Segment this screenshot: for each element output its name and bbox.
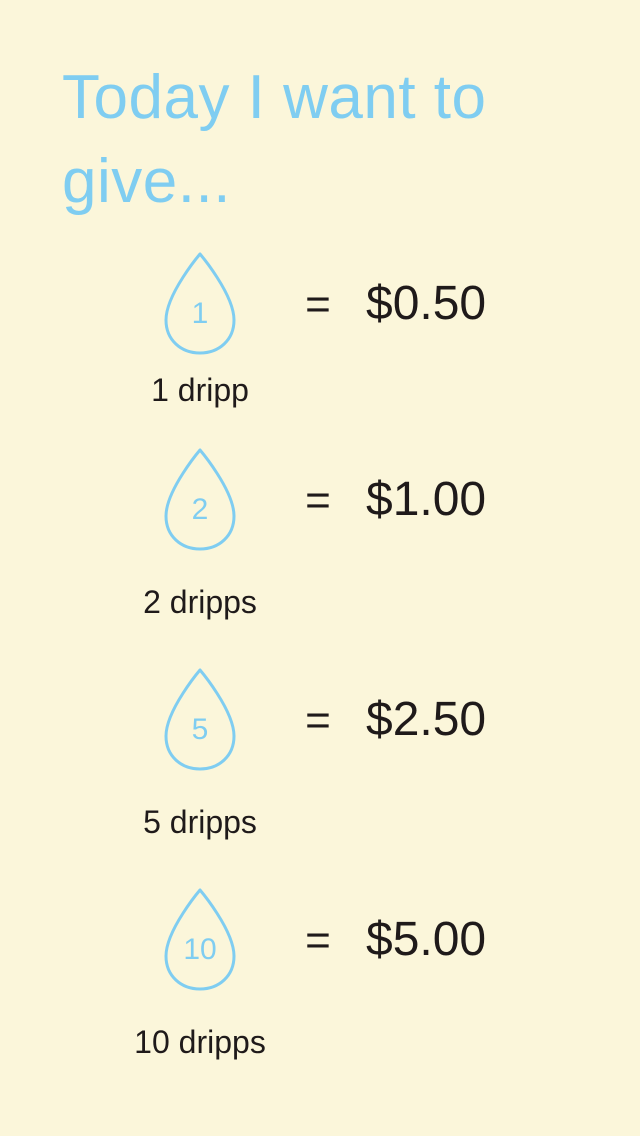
- dripp-label: 5 dripps: [143, 804, 257, 840]
- donation-option-1[interactable]: 1 1 dripp = $0.50: [0, 250, 640, 430]
- water-drop-icon[interactable]: 10: [160, 886, 240, 992]
- water-drop-icon[interactable]: 5: [160, 666, 240, 772]
- dripp-label: 10 dripps: [134, 1024, 266, 1060]
- page-title: Today I want to give...: [62, 63, 487, 216]
- amount-value: $0.50: [366, 277, 487, 330]
- equals-sign: =: [305, 476, 331, 525]
- dripp-label: 2 dripps: [143, 584, 257, 620]
- amount-value: $2.50: [366, 693, 487, 746]
- equals-sign: =: [305, 696, 331, 745]
- water-drop-icon[interactable]: 2: [160, 446, 240, 552]
- equals-sign: =: [305, 916, 331, 965]
- amount-value: $5.00: [366, 913, 487, 966]
- donation-option-4[interactable]: 10 10 dripps = $5.00: [0, 886, 640, 1066]
- drop-count: 5: [191, 713, 209, 746]
- donation-option-2[interactable]: 2 2 dripps = $1.00: [0, 446, 640, 626]
- amount-value: $1.00: [366, 473, 487, 526]
- donation-option-3[interactable]: 5 5 dripps = $2.50: [0, 666, 640, 846]
- dripp-label: 1 dripp: [151, 372, 249, 408]
- drop-count: 2: [191, 493, 209, 526]
- drop-count: 1: [191, 297, 209, 330]
- water-drop-icon[interactable]: 1: [160, 250, 240, 356]
- drop-count: 10: [183, 933, 217, 966]
- equals-sign: =: [305, 280, 331, 329]
